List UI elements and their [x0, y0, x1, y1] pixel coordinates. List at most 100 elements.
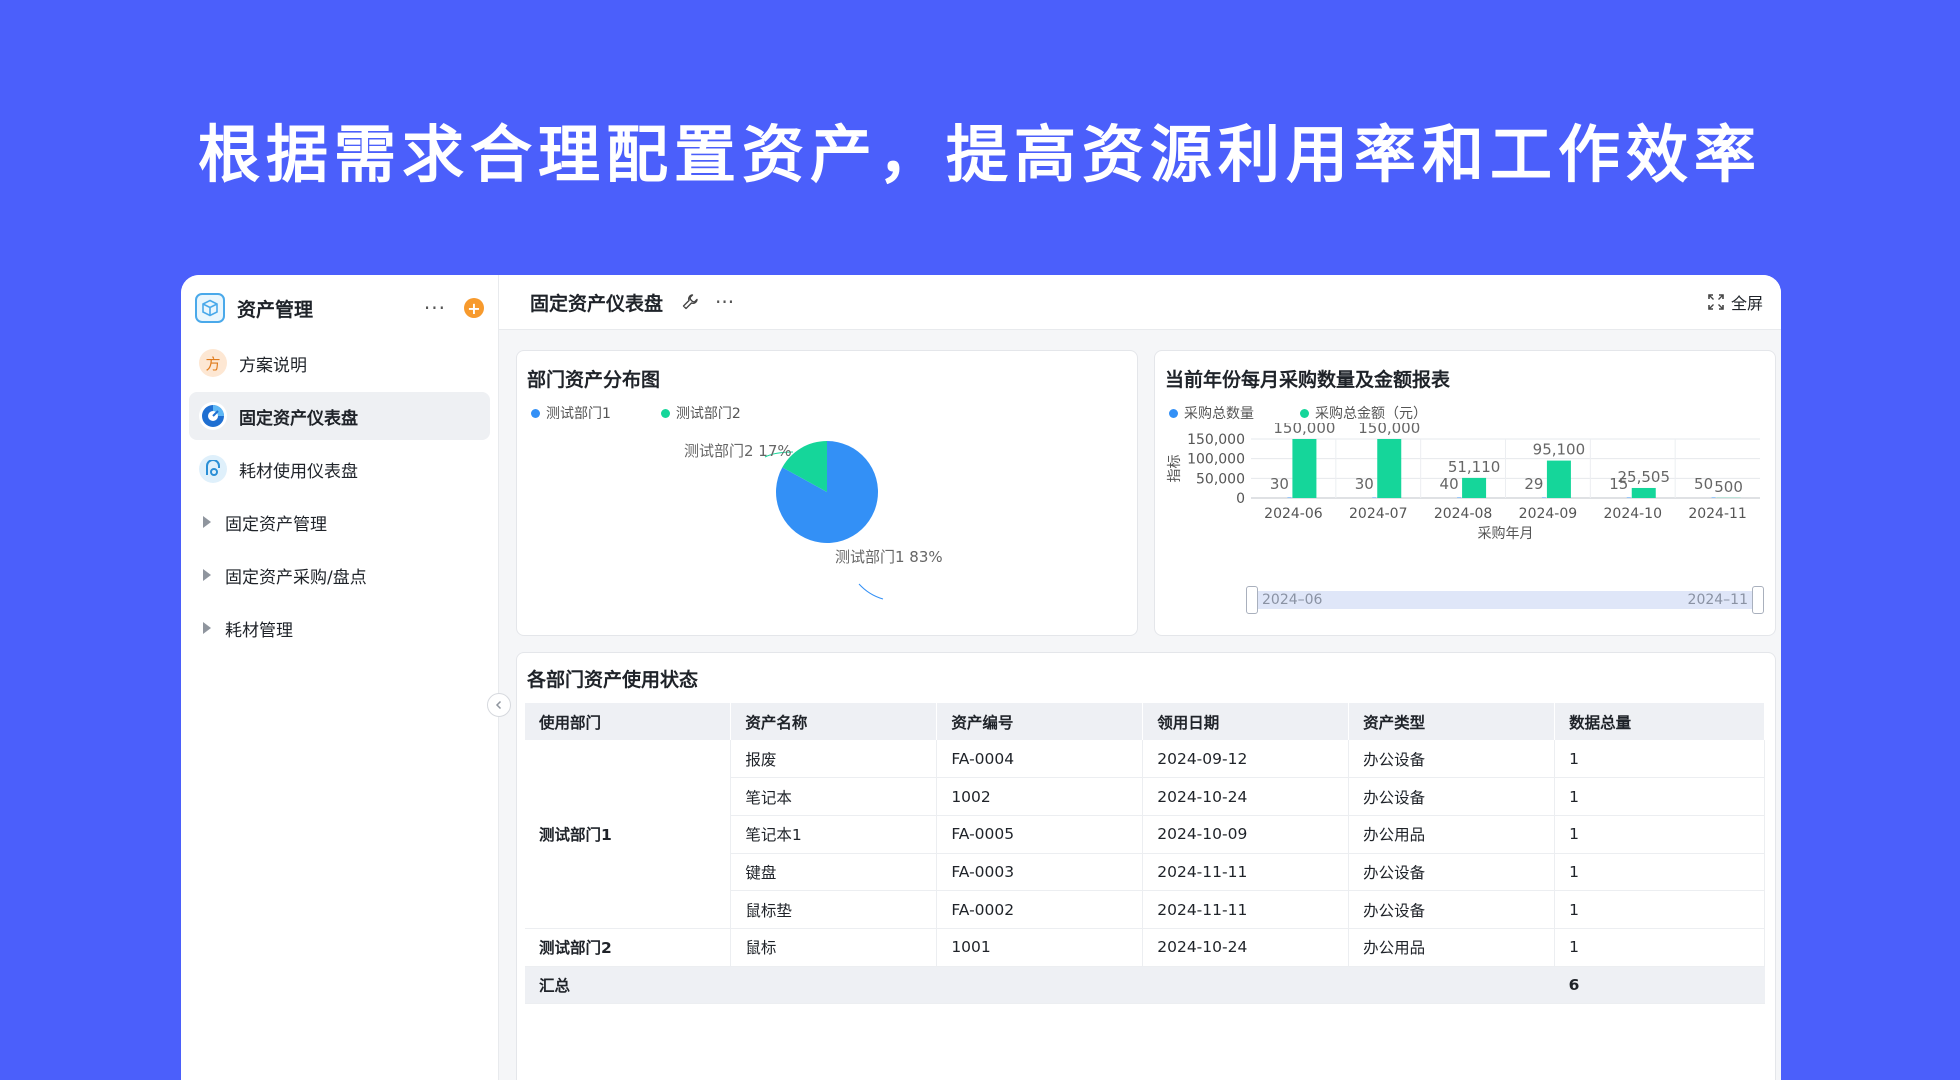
department-cell: 测试部门1 — [525, 740, 731, 928]
bar-quantity — [1712, 498, 1716, 499]
table-cell: 2024-09-12 — [1143, 740, 1349, 778]
page-title: 固定资产仪表盘 — [530, 289, 663, 316]
table-cell: 1 — [1555, 891, 1765, 929]
legend-item[interactable]: 测试部门2 — [661, 403, 741, 423]
table-header-row: 使用部门 资产名称 资产编号 领用日期 资产类型 数据总量 — [525, 703, 1765, 740]
legend-label: 采购总数量 — [1184, 403, 1254, 423]
y-axis-title: 指标 — [1167, 455, 1183, 483]
bar-quantity — [1287, 498, 1291, 499]
sidebar-item-label: 方案说明 — [239, 351, 307, 376]
column-header[interactable]: 数据总量 — [1555, 703, 1765, 740]
table-cell: 1 — [1555, 778, 1765, 816]
consumable-icon — [199, 455, 227, 483]
x-axis-title: 采购年月 — [1478, 526, 1534, 542]
bar-amount — [1377, 439, 1401, 498]
table-cell: 办公用品 — [1349, 928, 1555, 966]
table-cell: 2024-10-24 — [1143, 928, 1349, 966]
table-cell: FA-0002 — [937, 891, 1143, 929]
sidebar-group-fixed-asset-management[interactable]: 固定资产管理 — [189, 498, 490, 546]
fullscreen-label: 全屏 — [1731, 290, 1763, 314]
pie-legend: 测试部门1 测试部门2 — [531, 403, 791, 423]
table-cell: 鼠标垫 — [731, 891, 937, 929]
bar-quantity — [1372, 498, 1376, 499]
fullscreen-button[interactable]: 全屏 — [1707, 290, 1763, 314]
legend-item[interactable]: 采购总数量 — [1169, 403, 1254, 423]
pie-data-label: 测试部门2 17% — [684, 442, 792, 460]
table-cell: 办公设备 — [1349, 853, 1555, 891]
collapse-sidebar-button[interactable] — [487, 693, 511, 717]
table-cell: 1001 — [937, 928, 1143, 966]
pie-data-label: 测试部门1 83% — [835, 548, 943, 566]
legend-dot-icon — [1169, 409, 1178, 418]
table-cell: 报废 — [731, 740, 937, 778]
table-cell: FA-0004 — [937, 740, 1143, 778]
headline: 根据需求合理配置资产，提高资源利用率和工作效率 — [0, 104, 1960, 194]
caret-right-icon — [203, 569, 211, 581]
add-button[interactable]: + — [464, 298, 484, 318]
column-header[interactable]: 资产类型 — [1349, 703, 1555, 740]
column-header[interactable]: 使用部门 — [525, 703, 731, 740]
sidebar-item-consumable-dashboard[interactable]: 耗材使用仪表盘 — [189, 445, 490, 493]
table-cell: 鼠标 — [731, 928, 937, 966]
date-range-slider[interactable]: 2024–06 2024–11 — [1250, 591, 1760, 609]
column-header[interactable]: 资产名称 — [731, 703, 937, 740]
pie-leader-line — [859, 584, 883, 599]
range-start-label: 2024–06 — [1262, 592, 1322, 608]
table-row[interactable]: 测试部门2鼠标10012024-10-24办公用品1 — [525, 928, 1765, 966]
x-tick-label: 2024-10 — [1604, 506, 1663, 522]
data-label-amount: 95,100 — [1533, 441, 1586, 459]
x-tick-label: 2024-08 — [1434, 506, 1493, 522]
more-options-icon[interactable]: ··· — [424, 296, 446, 320]
table-cell: 办公设备 — [1349, 891, 1555, 929]
x-tick-label: 2024-11 — [1688, 506, 1747, 522]
y-tick-label: 100,000 — [1187, 452, 1245, 468]
more-options-icon[interactable]: ··· — [715, 290, 734, 314]
column-header[interactable]: 领用日期 — [1143, 703, 1349, 740]
range-handle-start[interactable] — [1246, 586, 1258, 614]
table-cell: 1 — [1555, 740, 1765, 778]
table-cell: 键盘 — [731, 853, 937, 891]
table-cell: 2024-10-24 — [1143, 778, 1349, 816]
legend-item[interactable]: 采购总金额（元） — [1300, 403, 1427, 423]
data-label-quantity: 30 — [1270, 475, 1289, 493]
sidebar: 资产管理 ··· + 方 方案说明 固定资产仪表盘 耗材使用仪表盘 — [181, 275, 499, 1080]
sidebar-group-consumable-management[interactable]: 耗材管理 — [189, 604, 490, 652]
data-label-amount: 25,505 — [1618, 468, 1671, 486]
pie-card-title: 部门资产分布图 — [527, 365, 660, 392]
bar-quantity — [1627, 498, 1631, 499]
main-area: 固定资产仪表盘 ··· 全屏 部门资产分布图 测试部门1 测试部门2 — [499, 275, 1781, 1080]
legend-item[interactable]: 测试部门1 — [531, 403, 611, 423]
legend-dot-icon — [661, 409, 670, 418]
topbar: 固定资产仪表盘 ··· 全屏 — [499, 275, 1781, 330]
range-handle-end[interactable] — [1752, 586, 1764, 614]
sidebar-group-purchase-inventory[interactable]: 固定资产采购/盘点 — [189, 551, 490, 599]
bar-chart-card: 当前年份每月采购数量及金额报表 采购总数量 采购总金额（元） 150,00010… — [1154, 350, 1776, 636]
table-cell: 办公用品 — [1349, 815, 1555, 853]
table-cell: 办公设备 — [1349, 740, 1555, 778]
data-label-quantity: 50 — [1694, 475, 1713, 493]
data-label-amount: 150,000 — [1358, 423, 1420, 437]
legend-dot-icon — [531, 409, 540, 418]
wrench-icon[interactable] — [681, 293, 699, 311]
table-cell: 办公设备 — [1349, 778, 1555, 816]
data-label-quantity: 30 — [1355, 475, 1374, 493]
bar-legend: 采购总数量 采购总金额（元） — [1169, 403, 1477, 423]
department-cell: 测试部门2 — [525, 928, 731, 966]
table-card-title: 各部门资产使用状态 — [527, 665, 698, 692]
chevron-left-icon — [494, 700, 504, 710]
table-cell: 2024-10-09 — [1143, 815, 1349, 853]
table-cell: 笔记本1 — [731, 815, 937, 853]
caret-right-icon — [203, 516, 211, 528]
table-cell: 1 — [1555, 853, 1765, 891]
sidebar-item-plan-description[interactable]: 方 方案说明 — [189, 339, 490, 387]
total-value: 6 — [1555, 966, 1765, 1004]
sidebar-item-fixed-asset-dashboard[interactable]: 固定资产仪表盘 — [189, 392, 490, 440]
pie-chart-card: 部门资产分布图 测试部门1 测试部门2 测试部门1 83% 测试部门2 17% — [516, 350, 1138, 636]
table-row[interactable]: 测试部门1报废FA-00042024-09-12办公设备1 — [525, 740, 1765, 778]
sidebar-header: 资产管理 ··· + — [181, 283, 498, 333]
column-header[interactable]: 资产编号 — [937, 703, 1143, 740]
x-tick-label: 2024-07 — [1349, 506, 1408, 522]
app-logo-icon — [195, 293, 225, 323]
sidebar-item-label: 固定资产采购/盘点 — [225, 563, 367, 588]
table-card: 各部门资产使用状态 使用部门 资产名称 资产编号 领用日期 资产类型 数据总量 … — [516, 652, 1776, 1080]
